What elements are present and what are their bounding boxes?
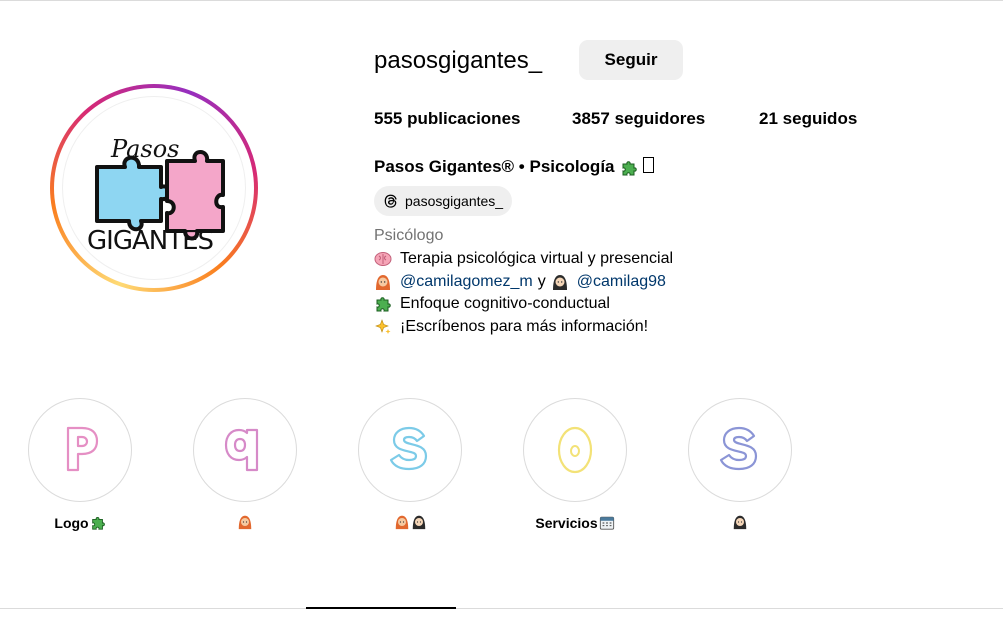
posts-count: 555	[374, 109, 403, 128]
bio-line-3: Enfoque cognitivo-conductual	[374, 293, 673, 316]
highlight-3[interactable]	[355, 398, 465, 530]
threads-icon	[384, 194, 397, 208]
missing-glyph-icon	[642, 157, 654, 173]
profile-full-name: Pasos Gigantes® • Psicología	[374, 156, 654, 178]
bio-line-4: ¡Escríbenos para más información!	[374, 316, 673, 339]
calendar-icon	[599, 516, 614, 530]
woman-red-hair-icon	[395, 515, 408, 530]
highlight-label: Logo	[54, 515, 89, 531]
letter-q-icon	[224, 428, 259, 472]
following-label: seguidos	[782, 109, 858, 128]
sparkles-icon	[375, 318, 391, 334]
profile-bio: Terapia psicológica virtual y presencial…	[374, 248, 673, 338]
highlight-5[interactable]	[685, 398, 795, 530]
bio-line-2: @camilagomez_m y @camilag98	[374, 271, 673, 294]
active-tab-indicator	[306, 607, 456, 609]
highlight-servicios[interactable]: Servicios	[520, 398, 630, 532]
logo-word-top: Pasos	[110, 135, 179, 163]
top-divider	[0, 0, 1003, 1]
woman-red-hair-icon	[376, 274, 390, 290]
logo-word-bottom: GIGANTES	[87, 226, 214, 256]
following-stat[interactable]: 21 seguidos	[759, 108, 857, 130]
letter-s-icon	[389, 426, 428, 471]
letter-o-icon	[557, 426, 593, 474]
puzzle-icon	[622, 160, 637, 176]
posts-stat: 555 publicaciones	[374, 108, 520, 130]
profile-avatar[interactable]: Pasos GIGANTES	[50, 84, 258, 292]
puzzle-icon	[376, 297, 391, 312]
following-count: 21	[759, 109, 778, 128]
puzzle-icon	[91, 517, 105, 530]
woman-dark-hair-icon	[412, 515, 425, 530]
followers-count: 3857	[572, 109, 610, 128]
woman-dark-hair-icon	[733, 515, 747, 530]
profile-username: pasosgigantes_	[374, 47, 543, 74]
avatar-logo: Pasos GIGANTES	[62, 96, 246, 280]
letter-s-icon	[719, 426, 758, 471]
followers-stat[interactable]: 3857 seguidores	[572, 108, 705, 130]
tabs-divider	[0, 608, 1003, 609]
bio-line-1: Terapia psicológica virtual y presencial	[374, 248, 673, 271]
highlight-label: Servicios	[535, 515, 598, 531]
letter-p-icon	[66, 426, 99, 472]
highlight-2[interactable]	[190, 398, 300, 530]
follow-button[interactable]: Seguir	[579, 40, 683, 80]
bio-connector: y	[537, 272, 546, 290]
mention-camilag98[interactable]: @camilag98	[577, 271, 666, 294]
highlight-logo[interactable]: Logo	[25, 398, 135, 532]
posts-label: publicaciones	[407, 109, 521, 128]
mention-camilagomez[interactable]: @camilagomez_m	[400, 271, 533, 294]
threads-handle: pasosgigantes_	[405, 193, 504, 209]
woman-red-hair-icon	[238, 515, 252, 530]
woman-dark-hair-icon	[552, 274, 567, 290]
threads-link[interactable]: pasosgigantes_	[374, 186, 513, 216]
followers-label: seguidores	[614, 109, 706, 128]
brain-icon	[374, 252, 392, 267]
profile-category: Psicólogo	[374, 227, 444, 244]
full-name-text: Pasos Gigantes® • Psicología	[374, 157, 615, 176]
